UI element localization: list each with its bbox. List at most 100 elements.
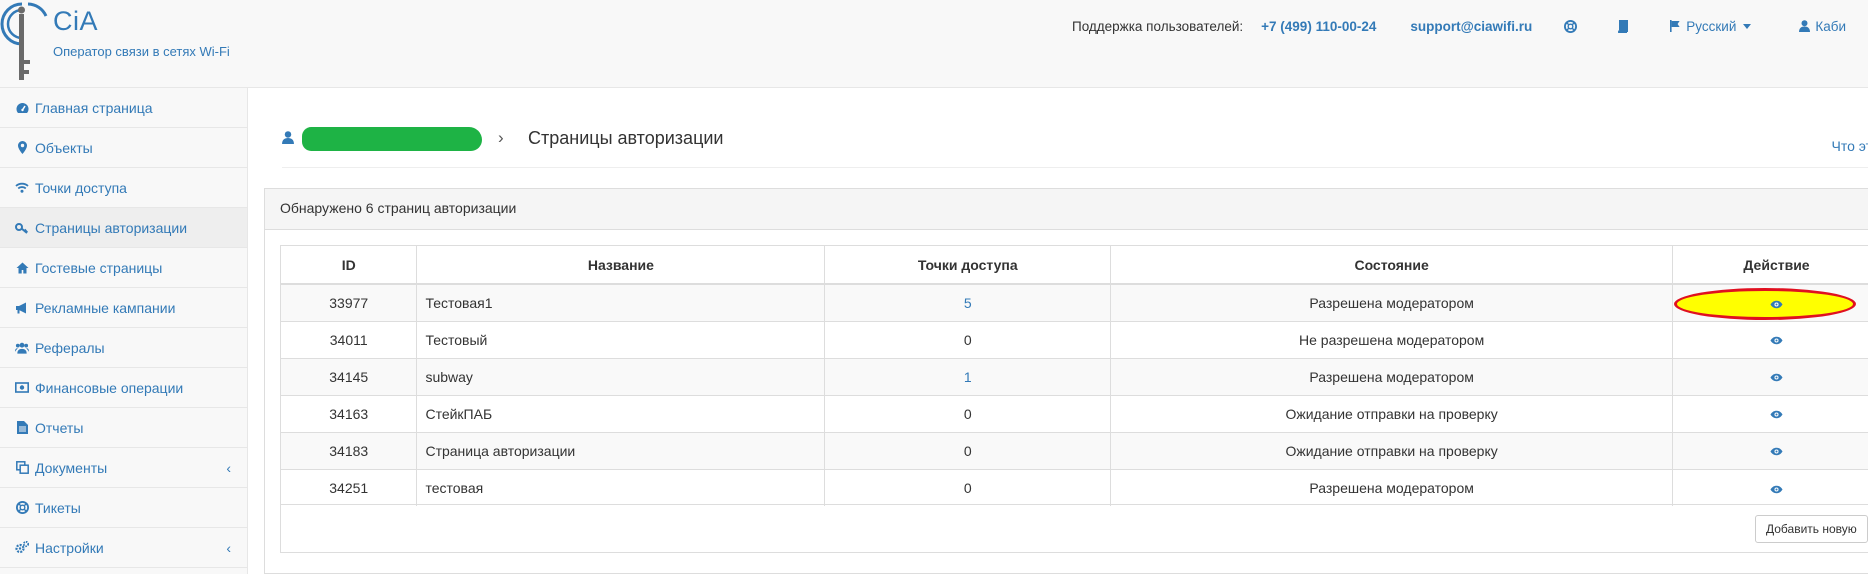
sidebar-item-label: Главная страница — [35, 99, 153, 116]
sidebar-item-guest-pages[interactable]: Гостевые страницы — [0, 248, 247, 288]
panel-heading: Обнаружено 6 страниц авторизации — [265, 189, 1868, 230]
highlight-ellipse-annotation — [1674, 288, 1857, 320]
users-icon — [15, 341, 29, 355]
flag-icon — [1670, 20, 1680, 32]
chevron-left-icon: ‹ — [226, 540, 231, 556]
table-row: 34145 subway 1 Разрешена модератором — [281, 357, 1868, 395]
brand-slogan: Оператор связи в сетях Wi-Fi — [53, 44, 230, 59]
sidebar-item-label: Тикеты — [35, 499, 81, 516]
view-eye-icon[interactable] — [1770, 485, 1783, 494]
column-header-name[interactable]: Название — [416, 246, 826, 285]
brand-logo[interactable]: CiA Оператор связи в сетях Wi-Fi — [0, 0, 260, 88]
cogs-icon — [15, 541, 29, 555]
auth-pages-panel: Обнаружено 6 страниц авторизации ID Назв… — [264, 188, 1868, 574]
cabinet-label: Каби — [1815, 18, 1847, 34]
user-icon — [1799, 20, 1811, 32]
cell-access-points: 0 — [824, 320, 1112, 358]
cell-access-points: 0 — [824, 468, 1112, 506]
cell-id: 34011 — [281, 320, 418, 358]
table-footer: Добавить новую — [281, 504, 1868, 552]
sidebar-item-ad-campaigns[interactable]: Рекламные кампании — [0, 288, 247, 328]
cell-state: Разрешена модератором — [1110, 357, 1674, 395]
help-lifebuoy-icon[interactable] — [1564, 19, 1578, 33]
cell-name: Тестовая1 — [416, 284, 826, 321]
cell-name: subway — [416, 357, 826, 395]
breadcrumb-separator-icon: › — [498, 128, 504, 147]
cabinet-menu[interactable]: Каби — [1799, 19, 1846, 34]
sidebar-item-settings[interactable]: Настройки ‹ — [0, 528, 247, 568]
money-icon — [15, 381, 29, 395]
table-row: 33977 Тестовая1 5 Разрешена модератором — [281, 284, 1868, 321]
cell-access-points: 0 — [824, 394, 1112, 432]
file-icon — [15, 421, 29, 435]
cell-id: 34251 — [281, 468, 418, 506]
column-header-action: Действие — [1672, 246, 1868, 285]
brand-name: CiA — [53, 6, 99, 36]
help-link[interactable]: Что эт — [1831, 138, 1868, 154]
cell-access-points: 0 — [824, 431, 1112, 469]
redacted-username[interactable] — [302, 127, 482, 151]
language-label: Русский — [1686, 18, 1737, 34]
sidebar-item-label: Рекламные кампании — [35, 299, 176, 316]
access-points-link[interactable]: 5 — [964, 295, 972, 311]
sidebar-item-referrals[interactable]: Рефералы — [0, 328, 247, 368]
cell-name: СтейкПАБ — [416, 394, 826, 432]
access-points-link[interactable]: 1 — [964, 369, 972, 385]
cell-id: 34145 — [281, 357, 418, 395]
map-marker-icon — [15, 141, 29, 155]
sidebar-item-tickets[interactable]: Тикеты — [0, 488, 247, 528]
table-row: 34183 Страница авторизации 0 Ожидание от… — [281, 431, 1868, 469]
wifi-key-logo-icon — [0, 2, 48, 80]
support-phone-link[interactable]: +7 (499) 110-00-24 — [1261, 19, 1376, 34]
add-new-button[interactable]: Добавить новую — [1755, 515, 1868, 543]
cell-name: Страница авторизации — [416, 431, 826, 469]
sidebar-item-label: Точки доступа — [35, 179, 127, 196]
sidebar: Главная страница Объекты Точки доступа С… — [0, 88, 248, 574]
cell-name: Тестовый — [416, 320, 826, 358]
column-header-access-points[interactable]: Точки доступа — [824, 246, 1112, 285]
breadcrumb: › Страницы авторизации Что эт — [282, 120, 1868, 168]
cell-state: Ожидание отправки на проверку — [1110, 394, 1674, 432]
sidebar-item-documents[interactable]: Документы ‹ — [0, 448, 247, 488]
support-label: Поддержка пользователей: — [1072, 18, 1244, 34]
support-email-link[interactable]: support@ciawifi.ru — [1410, 19, 1532, 34]
sidebar-item-finance[interactable]: Финансовые операции — [0, 368, 247, 408]
sidebar-item-label: Настройки — [35, 539, 104, 556]
view-eye-icon[interactable] — [1770, 300, 1783, 309]
view-eye-icon[interactable] — [1770, 447, 1783, 456]
top-header: CiA Оператор связи в сетях Wi-Fi Поддерж… — [0, 0, 1868, 88]
cell-name: тестовая — [416, 468, 826, 506]
column-header-state[interactable]: Состояние — [1110, 246, 1674, 285]
sidebar-item-label: Страницы авторизации — [35, 219, 188, 236]
copy-icon — [15, 461, 29, 475]
cell-id: 34183 — [281, 431, 418, 469]
cell-id: 34163 — [281, 394, 418, 432]
sidebar-item-objects[interactable]: Объекты — [0, 128, 247, 168]
sidebar-item-access-points[interactable]: Точки доступа — [0, 168, 247, 208]
view-eye-icon[interactable] — [1770, 373, 1783, 382]
sidebar-item-label: Документы — [35, 459, 108, 476]
key-icon — [15, 221, 29, 235]
cell-state: Разрешена модератором — [1110, 284, 1674, 321]
sidebar-item-label: Рефералы — [35, 339, 105, 356]
wifi-icon — [15, 181, 29, 195]
table-row: 34251 тестовая 0 Разрешена модератором — [281, 468, 1868, 506]
sidebar-item-auth-pages[interactable]: Страницы авторизации — [0, 208, 247, 248]
sidebar-item-reports[interactable]: Отчеты — [0, 408, 247, 448]
sidebar-item-label: Объекты — [35, 139, 93, 156]
lifebuoy-icon — [15, 501, 29, 515]
sidebar-item-label: Гостевые страницы — [35, 259, 163, 276]
chevron-left-icon: ‹ — [226, 460, 231, 476]
manual-book-icon[interactable] — [1617, 19, 1629, 33]
top-navigation: Поддержка пользователей: +7 (499) 110-00… — [1072, 16, 1846, 36]
view-eye-icon[interactable] — [1770, 410, 1783, 419]
cell-state: Не разрешена модератором — [1110, 320, 1674, 358]
column-header-id[interactable]: ID — [281, 246, 418, 285]
view-eye-icon[interactable] — [1770, 336, 1783, 345]
table-row: 34011 Тестовый 0 Не разрешена модераторо… — [281, 320, 1868, 358]
language-dropdown[interactable]: Русский — [1669, 18, 1752, 34]
dashboard-icon — [15, 101, 29, 115]
cell-state: Ожидание отправки на проверку — [1110, 431, 1674, 469]
sidebar-item-dashboard[interactable]: Главная страница — [0, 88, 247, 128]
table-row: 34163 СтейкПАБ 0 Ожидание отправки на пр… — [281, 394, 1868, 432]
